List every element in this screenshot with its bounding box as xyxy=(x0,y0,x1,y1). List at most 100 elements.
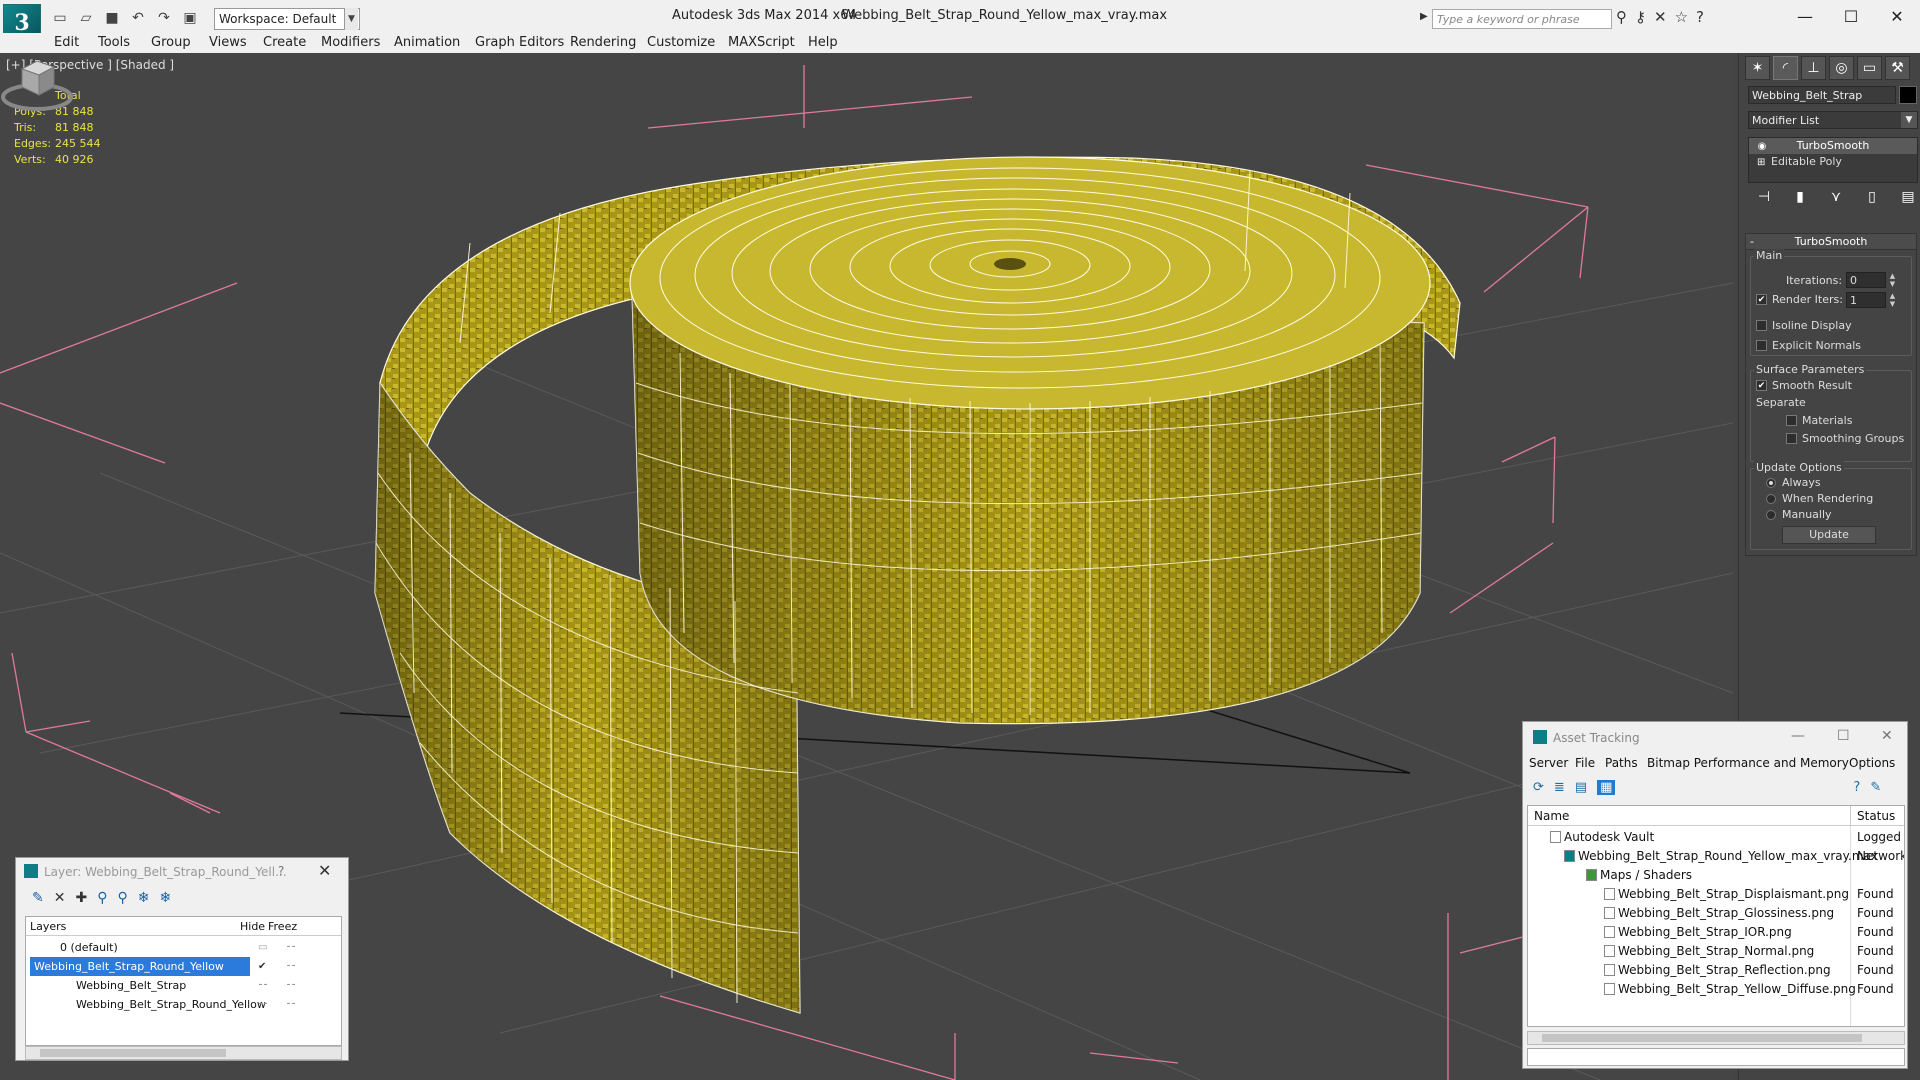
window-title-bar[interactable]: Layer: Webbing_Belt_Strap_Round_Yell... … xyxy=(16,858,348,886)
menu-maxscript[interactable]: MAXScript xyxy=(728,35,795,50)
menu-views[interactable]: Views xyxy=(209,35,247,50)
search-input[interactable]: Type a keyword or phrase xyxy=(1432,9,1612,29)
viewcube-icon[interactable] xyxy=(0,53,74,113)
iterations-spinner[interactable]: 0 xyxy=(1846,272,1886,288)
stack-item-editable-poly[interactable]: ⊞ Editable Poly xyxy=(1749,154,1917,170)
column-header-status[interactable]: Status xyxy=(1857,809,1895,823)
display-tab-icon[interactable]: ▭ xyxy=(1857,56,1882,80)
smooth-result-checkbox[interactable]: ✔ xyxy=(1756,380,1767,391)
minimize-icon[interactable]: — xyxy=(1782,0,1828,32)
explicit-normals-checkbox[interactable] xyxy=(1756,340,1767,351)
menu-customize[interactable]: Customize xyxy=(647,35,715,50)
search-expand-icon[interactable]: ▶ xyxy=(1420,11,1428,22)
rollout-header[interactable]: - TurboSmooth xyxy=(1746,234,1916,250)
lightbulb-icon[interactable]: ◉ xyxy=(1757,139,1767,152)
table-row[interactable]: Autodesk Vault Logged O xyxy=(1528,828,1904,847)
isoline-checkbox[interactable] xyxy=(1756,320,1767,331)
when-rendering-radio[interactable] xyxy=(1766,494,1776,504)
save-icon[interactable]: ■ xyxy=(102,9,122,27)
hide-toggle[interactable]: ⁃⁃ xyxy=(258,976,268,995)
hide-layers-icon[interactable]: ❄ xyxy=(138,890,150,906)
menu-file[interactable]: File xyxy=(1575,756,1595,770)
highlight-layer-icon[interactable]: ⚲ xyxy=(117,890,127,906)
stack-item-turbosmooth[interactable]: ◉ TurboSmooth xyxy=(1749,138,1917,154)
exchange-icon[interactable]: ✕ xyxy=(1654,8,1667,26)
menu-help[interactable]: Help xyxy=(808,35,838,50)
hierarchy-tab-icon[interactable]: ⊥ xyxy=(1801,56,1826,80)
pin-stack-icon[interactable]: ⊣ xyxy=(1751,186,1777,208)
menu-tools[interactable]: Tools xyxy=(98,35,130,50)
help-icon[interactable]: ? xyxy=(1853,780,1860,795)
object-color-swatch[interactable] xyxy=(1899,86,1917,104)
menu-group[interactable]: Group xyxy=(151,35,191,50)
create-tab-icon[interactable]: ✶ xyxy=(1745,56,1770,80)
hide-toggle[interactable]: ▭ xyxy=(258,938,267,957)
maximize-icon[interactable]: ☐ xyxy=(1837,728,1850,744)
binoculars-icon[interactable]: ⚲ xyxy=(1616,8,1627,26)
freeze-layers-icon[interactable]: ❄ xyxy=(159,890,171,906)
undo-icon[interactable]: ↶ xyxy=(128,9,148,27)
collapse-icon[interactable]: - xyxy=(1750,234,1754,250)
manually-radio[interactable] xyxy=(1766,510,1776,520)
table-row[interactable]: Webbing_Belt_Strap_Displaismant.png Foun… xyxy=(1528,885,1904,904)
freeze-toggle[interactable]: ⁃⁃ xyxy=(286,938,296,957)
star-icon[interactable]: ☆ xyxy=(1675,8,1688,26)
help-icon[interactable]: ? xyxy=(1696,8,1704,26)
menu-bitmap-performance[interactable]: Bitmap Performance and Memory xyxy=(1647,756,1849,770)
menu-rendering[interactable]: Rendering xyxy=(570,35,636,50)
layer-row[interactable]: Webbing_Belt_Strap_Round_Yellow ⁃⁃ ⁃⁃ xyxy=(26,995,341,1014)
column-header-freeze[interactable]: Freez xyxy=(268,920,297,933)
menu-options[interactable]: Options xyxy=(1849,756,1895,770)
list-view-icon[interactable]: ≣ xyxy=(1554,780,1565,795)
render-iters-checkbox[interactable]: ✔ xyxy=(1756,294,1767,305)
table-row[interactable]: Webbing_Belt_Strap_Glossiness.png Found xyxy=(1528,904,1904,923)
table-row[interactable]: Maps / Shaders xyxy=(1528,866,1904,885)
column-header-name[interactable]: Name xyxy=(1534,809,1569,823)
menu-animation[interactable]: Animation xyxy=(394,35,460,50)
table-view-icon[interactable]: ▦ xyxy=(1597,780,1616,795)
add-to-layer-icon[interactable]: ✚ xyxy=(75,890,87,906)
delete-layer-icon[interactable]: ✕ xyxy=(54,890,66,906)
create-layer-icon[interactable]: ✎ xyxy=(32,890,44,906)
spinner-arrows-icon[interactable]: ▲ ▼ xyxy=(1888,292,1897,308)
object-name-field[interactable]: Webbing_Belt_Strap xyxy=(1748,86,1896,104)
layer-row[interactable]: Webbing_Belt_Strap_Round_Yellow ✔ ⁃⁃ xyxy=(26,957,341,976)
hide-toggle[interactable]: ⁃⁃ xyxy=(258,995,268,1014)
detail-view-icon[interactable]: ▤ xyxy=(1575,780,1587,795)
horizontal-scrollbar[interactable] xyxy=(25,1046,342,1060)
motion-tab-icon[interactable]: ◎ xyxy=(1829,56,1854,80)
select-objects-icon[interactable]: ⚲ xyxy=(97,890,107,906)
close-icon[interactable]: ✕ xyxy=(1881,728,1893,744)
materials-checkbox[interactable] xyxy=(1786,415,1797,426)
column-header-hide[interactable]: Hide xyxy=(240,920,265,933)
menu-graph-editors[interactable]: Graph Editors xyxy=(475,35,564,50)
menu-server[interactable]: Server xyxy=(1529,756,1568,770)
active-layer-checkmark-icon[interactable]: ✔ xyxy=(258,957,266,976)
layer-row[interactable]: 0 (default) ▭ ⁃⁃ xyxy=(26,938,341,957)
horizontal-scrollbar[interactable] xyxy=(1527,1031,1905,1045)
table-row[interactable]: Webbing_Belt_Strap_IOR.png Found xyxy=(1528,923,1904,942)
window-title-bar[interactable]: Asset Tracking — ☐ ✕ xyxy=(1523,722,1907,752)
column-header-layers[interactable]: Layers xyxy=(30,920,66,933)
modify-tab-icon[interactable]: ◜ xyxy=(1773,56,1798,80)
close-icon[interactable]: ✕ xyxy=(1874,0,1920,32)
spinner-arrows-icon[interactable]: ▲ ▼ xyxy=(1888,272,1897,288)
chevron-down-icon[interactable]: ▼ xyxy=(344,8,358,30)
new-file-icon[interactable]: ▭ xyxy=(50,9,70,27)
show-end-result-icon[interactable]: ▮ xyxy=(1787,186,1813,208)
context-help-icon[interactable]: ✎ xyxy=(1870,780,1881,795)
column-separator[interactable] xyxy=(1850,806,1851,826)
table-row[interactable]: Webbing_Belt_Strap_Reflection.png Found xyxy=(1528,961,1904,980)
open-file-icon[interactable]: ▱ xyxy=(76,9,96,27)
workspace-select[interactable]: Workspace: Default xyxy=(214,8,360,30)
configure-sets-icon[interactable]: ▤ xyxy=(1895,186,1920,208)
layer-row[interactable]: Webbing_Belt_Strap ⁃⁃ ⁃⁃ xyxy=(26,976,341,995)
key-icon[interactable]: ⚷ xyxy=(1635,8,1646,26)
expand-icon[interactable]: ⊞ xyxy=(1757,155,1767,168)
always-radio[interactable] xyxy=(1766,478,1776,488)
freeze-toggle[interactable]: ⁃⁃ xyxy=(286,957,296,976)
freeze-toggle[interactable]: ⁃⁃ xyxy=(286,976,296,995)
make-unique-icon[interactable]: ⋎ xyxy=(1823,186,1849,208)
maximize-icon[interactable]: ☐ xyxy=(1828,0,1874,32)
menu-paths[interactable]: Paths xyxy=(1605,756,1638,770)
